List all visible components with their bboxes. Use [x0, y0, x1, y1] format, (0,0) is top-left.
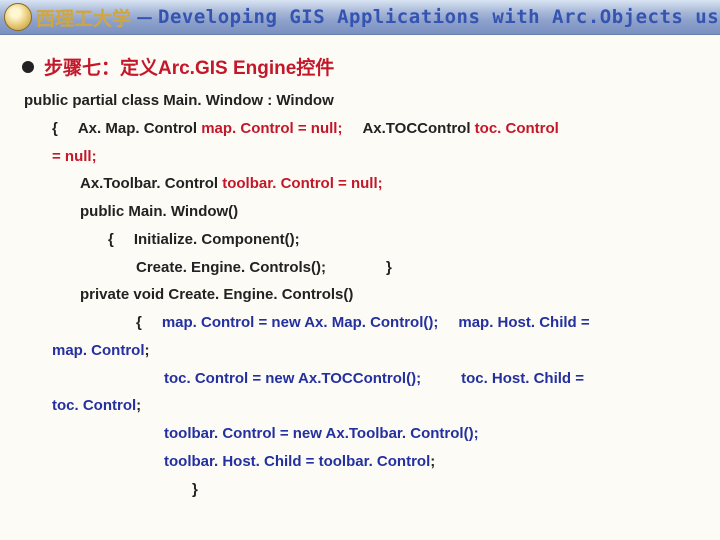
university-logo-icon — [4, 3, 32, 31]
course-title: Developing GIS Applications with Arc.Obj… — [158, 6, 720, 28]
step-heading-text: 步骤七：定义Arc.GIS Engine控件 — [44, 53, 334, 80]
code-line: = null; — [24, 146, 696, 168]
bullet-icon — [22, 61, 34, 73]
code-line: } — [24, 479, 696, 501]
code-line: {map. Control = new Ax. Map. Control();m… — [24, 312, 696, 334]
code-line: Create. Engine. Controls();} — [24, 257, 696, 279]
code-line: toc. Control = new Ax.TOCControl();toc. … — [24, 368, 696, 390]
code-line: private void Create. Engine. Controls() — [24, 284, 696, 306]
code-line: toolbar. Host. Child = toolbar. Control; — [24, 451, 696, 473]
code-line: Ax.Toolbar. Control toolbar. Control = n… — [24, 173, 696, 195]
slide: 西理工大学 － Developing GIS Applications with… — [0, 0, 720, 540]
code-line: public Main. Window() — [24, 201, 696, 223]
university-name: 西理工大学 — [36, 4, 131, 31]
code-line: {Ax. Map. Control map. Control = null;Ax… — [24, 118, 696, 140]
slide-header: 西理工大学 － Developing GIS Applications with… — [0, 0, 720, 35]
code-line: public partial class Main. Window : Wind… — [24, 90, 696, 112]
step-heading: 步骤七：定义Arc.GIS Engine控件 — [22, 53, 720, 80]
code-line: toc. Control; — [24, 395, 696, 417]
code-line: {Initialize. Component(); — [24, 229, 696, 251]
code-line: toolbar. Control = new Ax.Toolbar. Contr… — [24, 423, 696, 445]
separator: － — [135, 4, 154, 31]
code-block: public partial class Main. Window : Wind… — [0, 90, 720, 500]
code-line: map. Control; — [24, 340, 696, 362]
